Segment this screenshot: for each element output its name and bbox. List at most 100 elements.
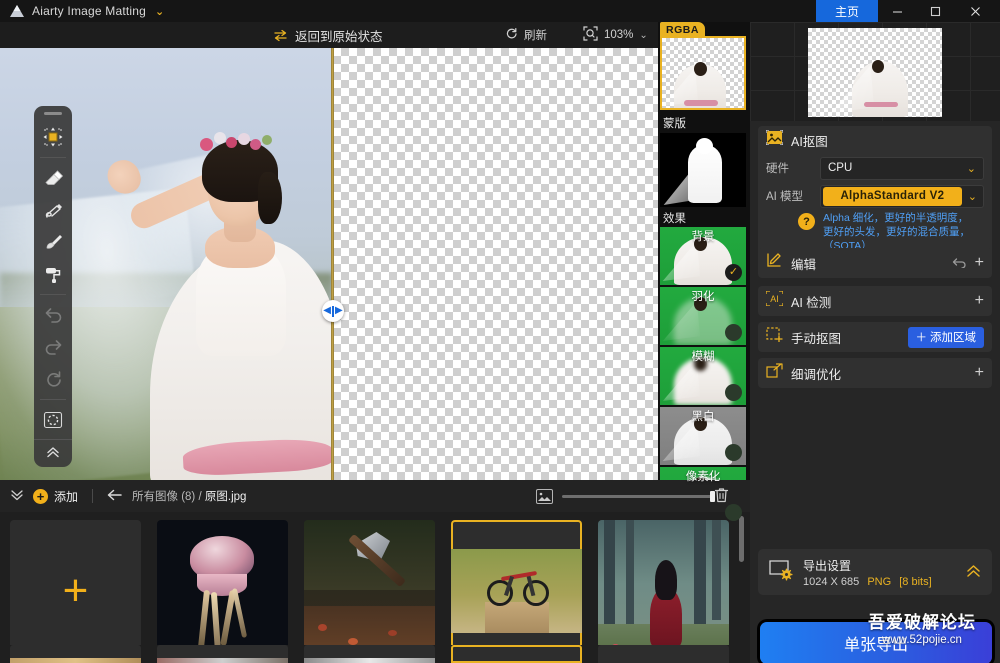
thumb-add-card[interactable]: + <box>10 520 141 662</box>
hardware-select[interactable]: CPU ⌄ <box>820 157 984 180</box>
chevron-down-icon: ⌄ <box>967 162 976 175</box>
refresh-button[interactable]: 刷新 <box>505 27 547 43</box>
ai-detect-icon: AI <box>766 291 783 311</box>
mask-section-label: 蒙版 <box>658 113 750 133</box>
refresh-label: 刷新 <box>524 27 547 43</box>
dashed-circle-select-tool[interactable] <box>38 405 68 435</box>
paint-roller-tool[interactable] <box>38 259 68 289</box>
filmstrip-scrollbar[interactable] <box>739 516 744 562</box>
tool-palette-collapse-button[interactable] <box>34 439 72 463</box>
filmstrip[interactable]: + <box>0 512 750 663</box>
manual-matting-icon <box>766 327 783 347</box>
add-region-label: 添加区域 <box>930 329 976 345</box>
thumb-row2-4[interactable] <box>451 645 582 663</box>
effect-item-blackwhite[interactable]: 黑白 <box>660 407 746 465</box>
manual-matting-section[interactable]: 手动抠图 ＋ 添加区域 <box>758 322 992 352</box>
undo-tool[interactable] <box>38 300 68 330</box>
eraser-tool[interactable] <box>38 163 68 193</box>
chevron-down-icon[interactable]: ⌄ <box>155 5 164 18</box>
export-settings-meta: 1024 X 685 PNG [8 bits] <box>803 576 956 588</box>
rgba-tab[interactable]: RGBA <box>660 22 705 37</box>
cutout-subject <box>333 48 658 480</box>
ai-matting-header: AI抠图 <box>758 126 992 154</box>
filmstrip-toolbar: + 添加 所有图像 (8) / 原图.jpg <box>0 480 750 512</box>
effect-item-blur[interactable]: 模糊 <box>660 347 746 405</box>
result-preview-thumbnail[interactable] <box>808 28 942 117</box>
chevron-up-double-icon[interactable] <box>965 564 982 581</box>
minimize-icon[interactable] <box>878 0 916 22</box>
model-row: AI 模型 AlphaStandard V2 ⌄ <box>758 182 992 210</box>
effect-selected-toggle[interactable] <box>725 384 742 401</box>
rgba-thumbnail[interactable] <box>660 36 746 110</box>
trash-icon[interactable] <box>714 487 729 506</box>
model-value: AlphaStandard V2 <box>823 187 962 206</box>
export-single-label: 单张导出 <box>844 631 908 655</box>
plus-icon[interactable]: + <box>975 365 984 381</box>
app-window: Aiarty Image Matting ⌄ 主页 返回到原始状态 <box>0 0 1000 663</box>
thumb-red-dress[interactable] <box>598 520 729 662</box>
home-tab[interactable]: 主页 <box>816 0 878 22</box>
add-region-button[interactable]: ＋ 添加区域 <box>908 327 985 348</box>
thumbnail-size-slider[interactable] <box>536 489 714 504</box>
effect-selected-toggle[interactable]: ✓ <box>725 264 742 281</box>
result-preview-area <box>750 22 1000 121</box>
thumb-bicycle[interactable] <box>451 520 582 662</box>
image-canvas[interactable]: ◀ ▶ <box>0 48 658 480</box>
plus-icon[interactable]: + <box>975 293 984 309</box>
effects-label-text: 效果 <box>663 210 686 226</box>
move-tool[interactable] <box>38 122 68 152</box>
breadcrumb-all-images[interactable]: 所有图像 (8) <box>132 491 195 503</box>
export-settings-box[interactable]: 导出设置 1024 X 685 PNG [8 bits] <box>758 549 992 595</box>
zoom-control[interactable]: 103% ⌄ <box>583 26 648 44</box>
arrow-left-icon[interactable] <box>107 489 122 504</box>
thumb-row2-1[interactable] <box>10 645 141 663</box>
effect-selected-toggle[interactable] <box>725 504 742 521</box>
thumb-row2-2[interactable] <box>157 645 288 663</box>
effect-label: 羽化 <box>660 288 746 304</box>
thumb-image <box>451 520 582 662</box>
reset-tool[interactable] <box>38 364 68 394</box>
split-compare-handle-icon[interactable]: ◀ ▶ <box>322 300 344 322</box>
canvas-toolbar: 返回到原始状态 刷新 103% ⌄ <box>0 22 750 48</box>
mask-thumbnail[interactable] <box>660 133 746 207</box>
add-images-button[interactable]: 添加 <box>54 488 78 505</box>
thumb-image <box>304 520 435 662</box>
arrow-right-glyph: ▶ <box>335 306 343 316</box>
manual-matting-title: 手动抠图 <box>791 328 841 347</box>
drag-handle-icon[interactable] <box>44 112 62 115</box>
chevron-down-icon[interactable]: ⌄ <box>639 30 647 41</box>
mask-label-text: 蒙版 <box>663 115 686 131</box>
ai-matting-title: AI抠图 <box>791 131 828 150</box>
close-icon[interactable] <box>956 0 994 22</box>
revert-to-original-button[interactable]: 返回到原始状态 <box>273 26 383 45</box>
ai-detect-section[interactable]: AI AI 检测 + <box>758 286 992 316</box>
mountain-logo-icon <box>9 4 25 18</box>
brush-tool[interactable] <box>38 227 68 257</box>
model-select[interactable]: AlphaStandard V2 ⌄ <box>820 185 984 208</box>
breadcrumb: 所有图像 (8) / 原图.jpg <box>132 488 246 504</box>
thumb-image <box>157 520 288 662</box>
question-mark-icon[interactable]: ? <box>798 213 815 230</box>
effect-item-background[interactable]: 背景 ✓ <box>660 227 746 285</box>
thumb-row2-5[interactable] <box>598 645 729 663</box>
thumb-jellyfish[interactable] <box>157 520 288 662</box>
refine-section[interactable]: 细调优化 + <box>758 358 992 388</box>
plus-circle-icon[interactable]: + <box>33 489 48 504</box>
effect-item-feather[interactable]: 羽化 <box>660 287 746 345</box>
maximize-icon[interactable] <box>916 0 954 22</box>
pen-tool[interactable] <box>38 195 68 225</box>
right-panel: AI抠图 硬件 CPU ⌄ AI 模型 AlphaStandard V2 ⌄ ? <box>750 22 1000 663</box>
effect-selected-toggle[interactable] <box>725 324 742 341</box>
layers-effects-column: RGBA 蒙版 效果 背景 ✓ 羽化 <box>658 22 750 480</box>
redo-tool[interactable] <box>38 332 68 362</box>
edit-section[interactable]: 编辑 + <box>758 248 992 278</box>
filmstrip-row2[interactable] <box>0 645 750 663</box>
effect-selected-toggle[interactable] <box>725 444 742 461</box>
chevron-down-double-icon[interactable] <box>10 489 24 504</box>
plus-icon[interactable]: + <box>975 255 984 271</box>
slider-track[interactable] <box>562 495 714 498</box>
thumb-row2-3[interactable] <box>304 645 435 663</box>
thumb-axe[interactable] <box>304 520 435 662</box>
export-single-button[interactable]: 单张导出 <box>760 622 992 663</box>
undo-arrow-icon[interactable] <box>952 256 967 271</box>
